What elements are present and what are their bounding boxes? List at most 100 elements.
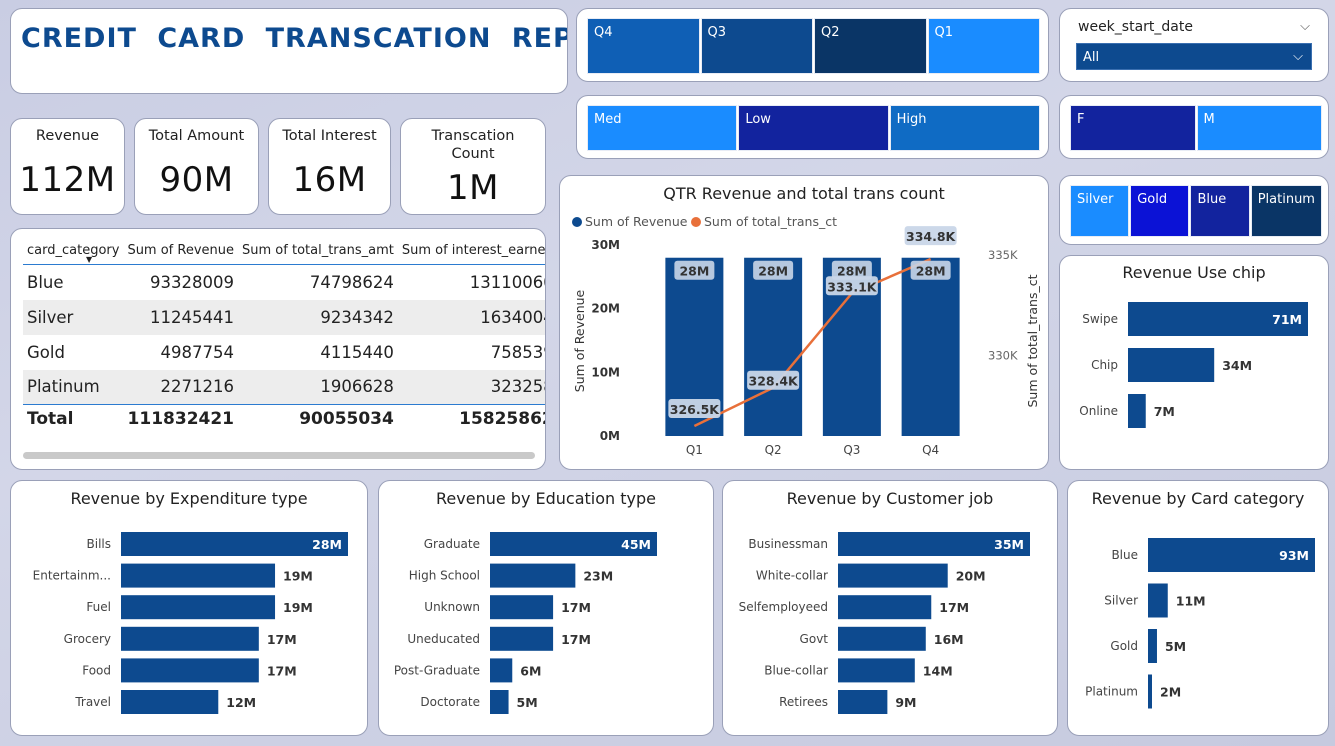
education-chart: Graduate 45M High School 23M Unknown 17M Unedu…	[394, 532, 657, 714]
y2-tick-label: 330K	[988, 349, 1018, 363]
x-tick-label: Q3	[843, 443, 860, 457]
bar[interactable]	[490, 595, 554, 620]
bar[interactable]	[1128, 394, 1146, 428]
week-slicer: week_start_date ⌵ All ⌵	[1059, 8, 1329, 82]
card-category-chart-card: Revenue by Card category Blue 93M Silver 11…	[1067, 480, 1329, 736]
qtr-combo-chart: Sum of Revenue Sum of total_trans_ct 0M 10M…	[572, 214, 1040, 457]
sort-desc-icon: ▼	[86, 255, 93, 264]
gender-slicer-row: FM	[1070, 105, 1322, 151]
data-label: 23M	[583, 569, 613, 584]
use-chip-chart: Swipe 71M Chip 34M Online 7M	[1079, 302, 1308, 428]
column-header-sorted[interactable]: Sum of Revenue ▼	[86, 239, 239, 265]
table-cell: Silver	[23, 299, 124, 335]
table-row[interactable]: Silver 11245441 9234342 1634004	[23, 299, 545, 335]
slicer-gender-m[interactable]: M	[1196, 105, 1322, 151]
data-label: 326.5K	[670, 402, 721, 417]
customer-job-chart: Businessman 35M White-collar 20M Selfemploye…	[739, 532, 1030, 714]
column-header[interactable]: Sum of total_trans_amt	[238, 239, 398, 265]
category-label: White-collar	[756, 569, 828, 583]
slicer-quarter-q1[interactable]: Q1	[927, 18, 1040, 74]
qtr-combo-chart-card: QTR Revenue and total trans count Sum of…	[559, 175, 1049, 470]
category-label: Businessman	[748, 537, 828, 551]
data-label: 28M	[758, 264, 788, 279]
table-row[interactable]: Blue 93328009 74798624 13110060	[23, 265, 545, 300]
bar[interactable]	[121, 563, 276, 588]
bar[interactable]	[490, 626, 554, 651]
bar[interactable]	[901, 257, 960, 436]
bar[interactable]	[838, 563, 948, 588]
income-slicer: Med Low High	[576, 95, 1049, 159]
bar[interactable]	[121, 626, 259, 651]
bar[interactable]	[744, 257, 803, 436]
bar[interactable]	[121, 658, 259, 683]
y-tick-label: 10M	[591, 365, 620, 379]
table-cell: 1634004	[397, 299, 545, 335]
gender-slicer: FM	[1059, 95, 1329, 159]
slicer-income-med[interactable]: Med	[587, 105, 738, 151]
slicer-income-low[interactable]: Low	[738, 105, 889, 151]
quarter-slicer-row: Q4 Q3 Q2 Q1	[587, 18, 1040, 74]
slicer-card-gold[interactable]: Gold	[1130, 185, 1190, 237]
table-cell: 323258	[397, 369, 545, 405]
table-cell: Platinum	[23, 369, 124, 405]
slicer-card-blue[interactable]: Blue	[1190, 185, 1250, 237]
category-label: Bills	[87, 537, 112, 551]
kpi-value: 16M	[292, 160, 367, 200]
category-label: Post-Graduate	[394, 663, 480, 677]
legend-label: Sum of Revenue	[585, 214, 688, 229]
data-label: 17M	[267, 632, 297, 647]
slicer-card-platinum[interactable]: Platinum	[1250, 185, 1322, 237]
legend-marker-trans-ct	[691, 217, 701, 227]
horizontal-scrollbar[interactable]	[23, 452, 535, 459]
slicer-card-silver[interactable]: Silver	[1070, 185, 1130, 237]
bar[interactable]	[490, 658, 513, 683]
expenditure-chart-card: Revenue by Expenditure type Bills 28M Ente…	[10, 480, 368, 736]
y2-axis-title: Sum of total_trans_ct	[1025, 274, 1040, 407]
data-label: 17M	[561, 600, 591, 615]
bar[interactable]	[1148, 583, 1168, 618]
data-label: 28M	[679, 264, 709, 279]
bar[interactable]	[121, 595, 276, 620]
education-chart-card: Revenue by Education type Graduate 45M Hig…	[378, 480, 714, 736]
category-label: Retirees	[779, 695, 828, 709]
trans-ct-line[interactable]	[693, 257, 932, 428]
slicer-quarter-q2[interactable]: Q2	[814, 18, 927, 74]
quarter-slicer: Q4 Q3 Q2 Q1	[576, 8, 1049, 82]
slicer-income-high[interactable]: High	[889, 105, 1040, 151]
data-label: 12M	[226, 695, 256, 710]
slicer-gender-f[interactable]: F	[1070, 105, 1196, 151]
bar[interactable]	[1148, 674, 1152, 709]
week-dropdown[interactable]: All ⌵	[1076, 43, 1312, 70]
bar[interactable]	[838, 658, 915, 683]
bar[interactable]	[490, 690, 509, 714]
bar[interactable]	[121, 690, 219, 714]
table-row[interactable]: Platinum 2271216 1906628 323258	[23, 369, 545, 405]
x-tick-label: Q4	[922, 443, 939, 457]
bar[interactable]	[838, 626, 926, 651]
data-label: 17M	[267, 663, 297, 678]
bar-data-label: 28M	[674, 260, 715, 280]
table-row[interactable]: Gold 4987754 4115440 758539	[23, 335, 545, 370]
category-label: Grocery	[64, 632, 111, 646]
data-label: 7M	[1154, 404, 1175, 419]
bar[interactable]	[490, 563, 576, 588]
column-header[interactable]: card_category	[23, 239, 124, 265]
bar[interactable]	[1128, 348, 1215, 382]
bar[interactable]	[838, 690, 888, 714]
card-category-table: card_category Sum of Revenue ▼ Sum of tot…	[10, 228, 546, 470]
column-header[interactable]: Sum of interest_earned	[397, 239, 545, 265]
slicer-quarter-q3[interactable]: Q3	[700, 18, 813, 74]
y-tick-label: 20M	[591, 302, 620, 316]
line-data-label: 334.8K	[904, 226, 957, 246]
category-label: Uneducated	[407, 632, 480, 646]
bar[interactable]	[1148, 629, 1157, 663]
chevron-down-icon[interactable]: ⌵	[1300, 19, 1310, 34]
kpi-label: Transcation Count	[431, 128, 515, 162]
table-cell: 93328009	[150, 272, 235, 292]
table-cell: 758539	[490, 342, 545, 362]
bar[interactable]	[838, 595, 932, 620]
data-label: 328.4K	[749, 374, 800, 389]
slicer-quarter-q4[interactable]: Q4	[587, 18, 700, 74]
table-cell: 4987754	[160, 342, 235, 362]
category-label: Graduate	[424, 537, 480, 551]
